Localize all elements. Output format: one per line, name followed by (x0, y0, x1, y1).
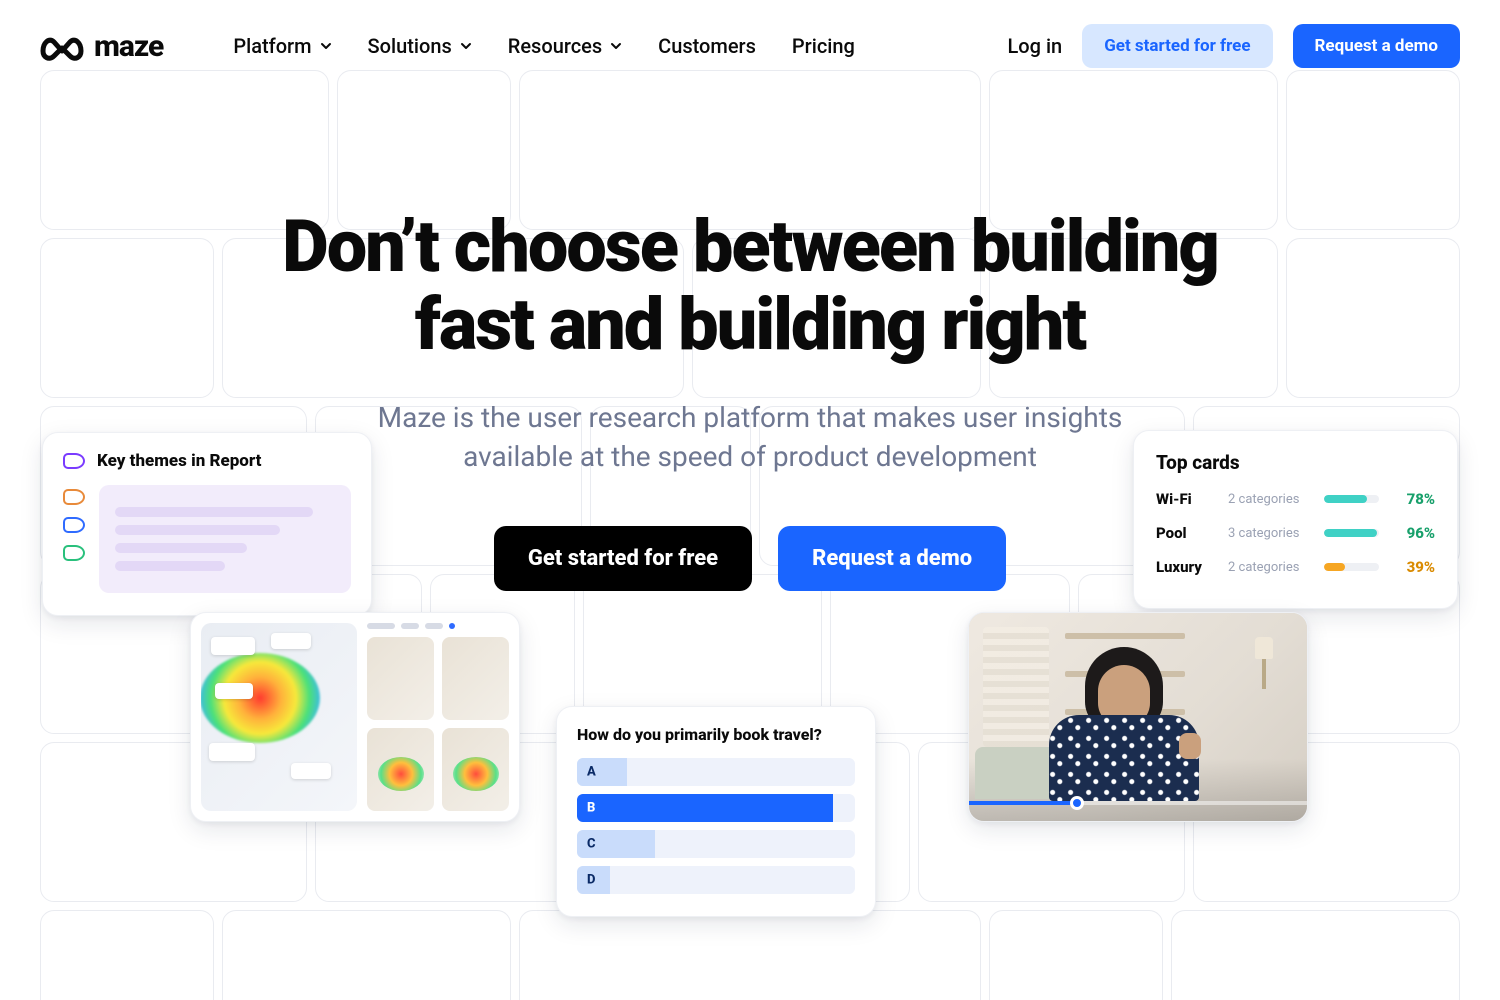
survey-question: How do you primarily book travel? (577, 725, 855, 744)
survey-option-label: B (587, 801, 595, 816)
heatmap-thumb (367, 637, 434, 720)
heatmap-map (201, 623, 357, 811)
get-started-button[interactable]: Get started for free (1082, 24, 1272, 68)
hero-request-demo-button[interactable]: Request a demo (778, 526, 1006, 591)
hero-get-started-button[interactable]: Get started for free (494, 526, 752, 591)
survey-option[interactable]: A (577, 758, 855, 786)
chevron-down-icon (320, 40, 332, 52)
heatmap-thumb (442, 728, 509, 811)
heatmap-card (190, 612, 520, 822)
hero-subhead: Maze is the user research platform that … (340, 398, 1160, 476)
nav-item-platform[interactable]: Platform (233, 34, 331, 58)
request-demo-button[interactable]: Request a demo (1293, 24, 1460, 68)
nav-item-label: Solutions (368, 34, 452, 58)
person-illustration (1039, 641, 1209, 801)
nav-item-label: Platform (233, 34, 311, 58)
brand-name: maze (94, 29, 163, 64)
survey-option-label: A (587, 765, 596, 780)
survey-option[interactable]: D (577, 866, 855, 894)
nav-item-solutions[interactable]: Solutions (368, 34, 472, 58)
heatmap-thumb (367, 728, 434, 811)
header-actions: Log in Get started for free Request a de… (1008, 24, 1461, 68)
survey-option-label: C (587, 837, 596, 852)
survey-option[interactable]: C (577, 830, 855, 858)
nav-item-label: Resources (508, 34, 602, 58)
hero: Don’t choose between building fast and b… (0, 208, 1500, 591)
video-progress[interactable] (969, 801, 1307, 805)
survey-card: How do you primarily book travel? A B C D (556, 706, 876, 917)
chevron-down-icon (460, 40, 472, 52)
video-frame (969, 613, 1307, 821)
survey-option-label: D (587, 873, 595, 888)
primary-nav: Platform Solutions Resources Customers Prici… (233, 34, 855, 58)
video-progress-knob[interactable] (1070, 796, 1084, 810)
brand-mark-icon (40, 31, 84, 61)
nav-item-resources[interactable]: Resources (508, 34, 622, 58)
nav-item-pricing[interactable]: Pricing (792, 34, 855, 58)
brand-logo[interactable]: maze (40, 29, 163, 64)
site-header: maze Platform Solutions Resources Customers… (0, 0, 1500, 68)
hero-headline: Don’t choose between building fast and b… (225, 208, 1275, 364)
nav-item-label: Customers (658, 34, 756, 58)
nav-item-customers[interactable]: Customers (658, 34, 756, 58)
survey-option[interactable]: B (577, 794, 855, 822)
heatmap-thumb (442, 637, 509, 720)
chevron-down-icon (610, 40, 622, 52)
login-link[interactable]: Log in (1008, 34, 1063, 58)
heatmap-thumbnails (367, 623, 509, 811)
hero-cta-row: Get started for free Request a demo (40, 526, 1460, 591)
video-card[interactable] (968, 612, 1308, 822)
nav-item-label: Pricing (792, 34, 855, 58)
